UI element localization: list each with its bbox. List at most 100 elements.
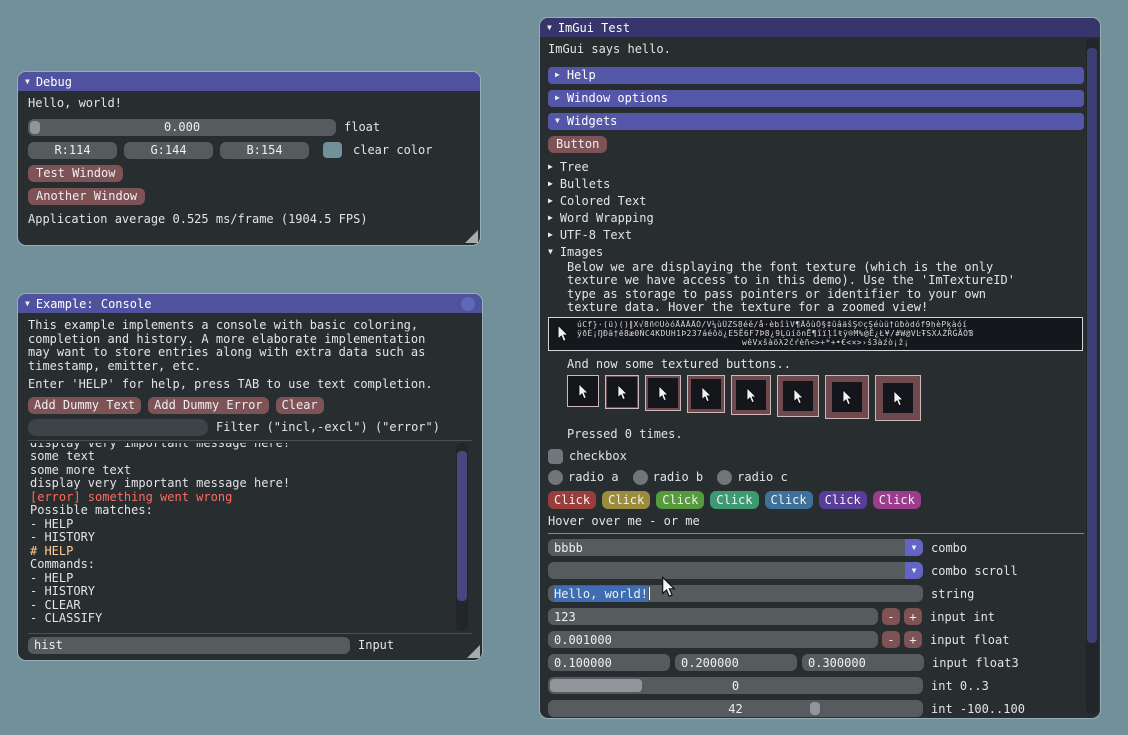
tree-node-colored-text[interactable]: ▶ Colored Text: [548, 193, 1084, 210]
image-button-5[interactable]: [777, 375, 819, 417]
mouse-cursor: [661, 576, 676, 601]
radio-c[interactable]: [717, 470, 732, 485]
checkbox[interactable]: [548, 449, 563, 464]
float-slider[interactable]: 0.000: [28, 119, 336, 136]
add-dummy-error-button[interactable]: Add Dummy Error: [148, 397, 268, 414]
float-input[interactable]: 0.001000: [548, 631, 878, 648]
radio-b[interactable]: [633, 470, 648, 485]
tree-node-label: Word Wrapping: [560, 211, 654, 225]
console-window-title: Example: Console: [36, 297, 152, 311]
log-scrollbar[interactable]: [456, 443, 468, 631]
test-titlebar[interactable]: ▼ ImGui Test: [540, 18, 1100, 37]
image-button-1[interactable]: [605, 375, 639, 409]
int-slider-0-3[interactable]: 0: [548, 677, 923, 694]
image-button-3[interactable]: [687, 375, 725, 413]
tree-node-utf8-text[interactable]: ▶ UTF-8 Text: [548, 227, 1084, 244]
click-button-5[interactable]: Click: [819, 491, 867, 509]
log-scrollbar-thumb[interactable]: [457, 451, 467, 601]
click-button-6[interactable]: Click: [873, 491, 921, 509]
debug-titlebar[interactable]: ▼ Debug: [18, 72, 480, 91]
slider-grab[interactable]: [550, 679, 642, 692]
log-line: some more text: [30, 464, 472, 478]
tree-node-images[interactable]: ▼ Images: [548, 244, 1084, 261]
clear-color-swatch[interactable]: [323, 142, 342, 158]
log-line: display very important message here!: [30, 477, 472, 491]
checkbox-row: checkbox: [548, 449, 1084, 464]
tree-node-word-wrapping[interactable]: ▶ Word Wrapping: [548, 210, 1084, 227]
test-window-button[interactable]: Test Window: [28, 165, 123, 182]
image-button-7[interactable]: [875, 375, 921, 421]
tree-node-label: Images: [560, 245, 603, 259]
slider-grab[interactable]: [30, 121, 40, 134]
decrement-button[interactable]: -: [882, 631, 900, 648]
hover-tooltip-text[interactable]: Hover over me - or me: [548, 515, 1084, 529]
combo-label: combo: [931, 541, 967, 555]
header-help[interactable]: ▶ Help: [548, 67, 1084, 84]
combo-scroll-value-frame[interactable]: [548, 562, 905, 579]
clear-button[interactable]: Clear: [276, 397, 324, 414]
button-widget[interactable]: Button: [548, 136, 607, 153]
header-window-options[interactable]: ▶ Window options: [548, 90, 1084, 107]
color-red-drag[interactable]: R:114: [28, 142, 117, 159]
click-button-1[interactable]: Click: [602, 491, 650, 509]
chevron-right-icon: ▶: [548, 197, 553, 205]
slider-grab[interactable]: [810, 702, 820, 715]
header-widgets[interactable]: ▼ Widgets: [548, 113, 1084, 130]
filter-input[interactable]: [28, 419, 208, 436]
float3-input-y[interactable]: 0.200000: [675, 654, 797, 671]
image-button-2[interactable]: [645, 375, 681, 411]
window-scrollbar[interactable]: [1086, 38, 1098, 714]
click-button-4[interactable]: Click: [765, 491, 813, 509]
int-slider-0-3-label: int 0..3: [931, 679, 989, 693]
combo-arrow-button[interactable]: ▼: [905, 562, 923, 579]
int-slider-100[interactable]: 42: [548, 700, 923, 717]
console-intro-line: may want to store entries along with ext…: [28, 346, 472, 360]
collapse-icon[interactable]: ▼: [25, 78, 30, 86]
chevron-down-icon: ▼: [555, 117, 560, 125]
click-button-3[interactable]: Click: [710, 491, 758, 509]
window-scrollbar-thumb[interactable]: [1087, 48, 1097, 643]
console-titlebar[interactable]: ▼ Example: Console: [18, 294, 482, 313]
increment-button[interactable]: +: [904, 631, 922, 648]
resize-grip[interactable]: [465, 230, 478, 243]
button-row: Button: [548, 136, 1084, 153]
combo-widget[interactable]: bbbb ▼: [548, 539, 923, 556]
image-button-6[interactable]: [825, 375, 869, 419]
add-dummy-text-button[interactable]: Add Dummy Text: [28, 397, 141, 414]
tree-node-tree[interactable]: ▶ Tree: [548, 159, 1084, 176]
int-slider-100-label: int -100..100: [931, 702, 1025, 716]
combo-arrow-button[interactable]: ▼: [905, 539, 923, 556]
resize-grip[interactable]: [467, 645, 480, 658]
radio-a[interactable]: [548, 470, 563, 485]
another-window-button[interactable]: Another Window: [28, 188, 145, 205]
click-button-2[interactable]: Click: [656, 491, 704, 509]
color-blue-drag[interactable]: B:154: [220, 142, 309, 159]
console-intro-line: completion and history. A more elaborate…: [28, 333, 472, 347]
int-input[interactable]: 123: [548, 608, 878, 625]
console-log[interactable]: display very important message here! som…: [28, 443, 472, 631]
collapse-icon[interactable]: ▼: [25, 300, 30, 308]
close-button[interactable]: [461, 297, 475, 311]
desktop: { "icons": { "arrow_down": "▼", "arrow_r…: [0, 0, 1128, 735]
console-command-input[interactable]: hist: [28, 637, 350, 654]
font-atlas-line: wêVxŝàöλ2čŕèñ<>+*+•€<×>›š3àźò¡ž¡: [577, 338, 1074, 347]
log-line-error: [error] something went wrong: [30, 491, 472, 505]
combo-scroll-widget[interactable]: ▼: [548, 562, 923, 579]
chevron-right-icon: ▶: [548, 231, 553, 239]
tree-node-bullets[interactable]: ▶ Bullets: [548, 176, 1084, 193]
image-button-0[interactable]: [567, 375, 599, 407]
log-line: Commands:: [30, 558, 472, 572]
click-button-0[interactable]: Click: [548, 491, 596, 509]
combo-value-frame[interactable]: bbbb: [548, 539, 905, 556]
decrement-button[interactable]: -: [882, 608, 900, 625]
tree-node-label: UTF-8 Text: [560, 228, 632, 242]
font-texture-image[interactable]: úCf}·(ü)()∥X√8ñ©ÙòóÅÃÃÃÓ/V¼ùÛZS8éĕ/å·èbî…: [548, 317, 1083, 351]
float3-input-x[interactable]: 0.100000: [548, 654, 670, 671]
collapse-icon[interactable]: ▼: [547, 24, 552, 32]
chevron-right-icon: ▶: [548, 163, 553, 171]
image-button-4[interactable]: [731, 375, 771, 415]
string-input[interactable]: Hello, world!: [548, 585, 923, 602]
increment-button[interactable]: +: [904, 608, 922, 625]
color-green-drag[interactable]: G:144: [124, 142, 213, 159]
float3-input-z[interactable]: 0.300000: [802, 654, 924, 671]
